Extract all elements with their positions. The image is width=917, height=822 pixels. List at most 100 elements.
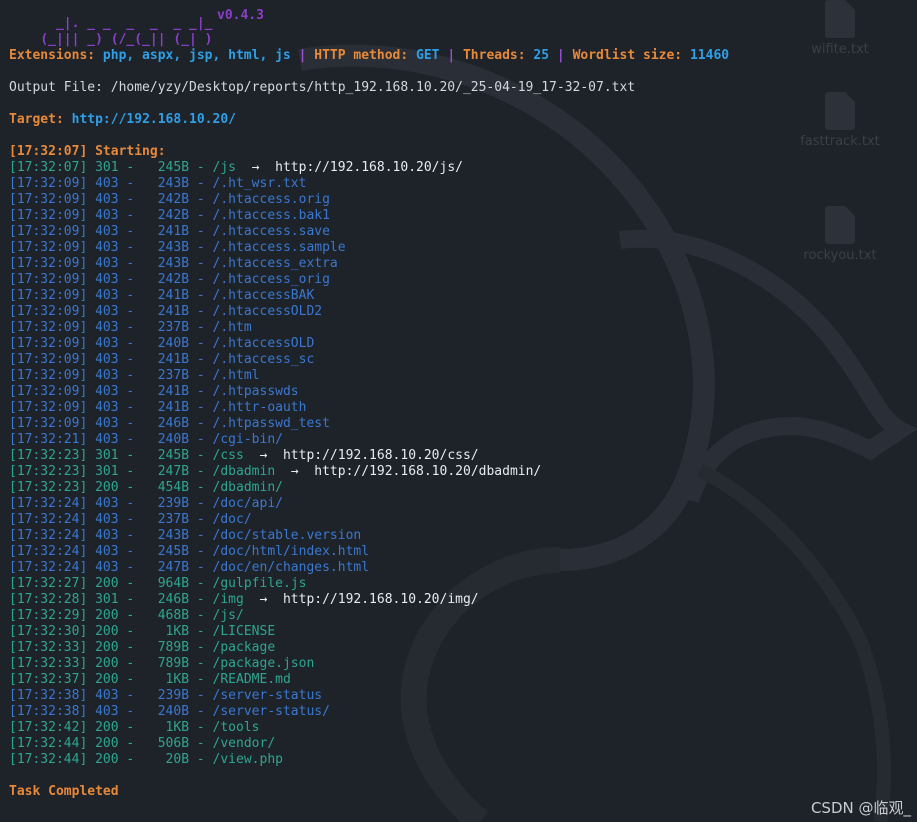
result-time: [17:32:28] — [9, 592, 88, 607]
result-row: [17:32:24] 403 - 239B - /doc/api/ — [9, 496, 283, 511]
result-status: 403 — [95, 560, 119, 575]
result-time: [17:32:09] — [9, 304, 88, 319]
result-row: [17:32:33] 200 - 789B - /package.json — [9, 656, 315, 671]
result-path: /css — [212, 448, 244, 463]
result-time: [17:32:30] — [9, 624, 88, 639]
result-status: 200 — [95, 480, 119, 495]
target-url: http://192.168.10.20/ — [71, 112, 236, 127]
result-path: /dbadmin — [212, 464, 276, 479]
result-row: [17:32:24] 403 - 247B - /doc/en/changes.… — [9, 560, 370, 575]
result-size: 243B — [142, 256, 190, 271]
terminal-output[interactable]: _|. _ _ _ _ _ _|_ v0.4.3 (_||| _) (/_(_|… — [9, 0, 729, 800]
result-path: /.httr-oauth — [212, 400, 307, 415]
result-row: [17:32:09] 403 - 242B - /.htaccess.orig — [9, 192, 330, 207]
result-path: /.htaccessOLD — [212, 336, 315, 351]
redirect-arrow-icon: → — [259, 592, 268, 607]
result-size: 240B — [142, 336, 190, 351]
result-path: /js — [212, 160, 237, 175]
result-path: /.htaccess.save — [212, 224, 330, 239]
result-status: 200 — [95, 640, 119, 655]
separator: | — [298, 48, 307, 63]
result-status: 301 — [95, 160, 119, 175]
result-status: 301 — [95, 592, 119, 607]
result-row: [17:32:23] 301 - 247B - /dbadmin → http:… — [9, 464, 542, 479]
result-row: [17:32:38] 403 - 239B - /server-status — [9, 688, 323, 703]
banner-line-1: _|. _ _ _ _ _ _|_ v0.4.3 — [9, 0, 729, 31]
result-size: 243B — [142, 176, 190, 191]
result-status: 200 — [95, 672, 119, 687]
result-path: /js/ — [212, 608, 244, 623]
result-path: /LICENSE — [212, 624, 276, 639]
result-size: 237B — [142, 512, 190, 527]
desktop-file-wifite[interactable]: wifite.txt — [790, 0, 890, 57]
result-row: [17:32:29] 200 - 468B - /js/ — [9, 608, 244, 623]
desktop-file-rockyou[interactable]: rockyou.txt — [790, 206, 890, 263]
result-size: 240B — [142, 704, 190, 719]
result-status: 403 — [95, 336, 119, 351]
result-time: [17:32:09] — [9, 416, 88, 431]
result-path: /.htaccessBAK — [212, 288, 315, 303]
result-status: 403 — [95, 496, 119, 511]
result-path: /.htpasswd_test — [212, 416, 330, 431]
result-time: [17:32:24] — [9, 528, 88, 543]
result-status: 301 — [95, 464, 119, 479]
result-time: [17:32:27] — [9, 576, 88, 591]
result-path: /.htaccess.sample — [212, 240, 346, 255]
result-time: [17:32:33] — [9, 656, 88, 671]
result-size: 1KB — [142, 672, 190, 687]
desktop-file-label: fasttrack.txt — [800, 134, 880, 149]
target-line: Target: http://192.168.10.20/ — [9, 112, 729, 128]
result-time: [17:32:09] — [9, 272, 88, 287]
result-redirect-url: http://192.168.10.20/js/ — [275, 160, 463, 175]
result-path: /doc/html/index.html — [212, 544, 370, 559]
extensions-value: php, aspx, jsp, html, js — [102, 48, 291, 63]
result-row: [17:32:07] 301 - 245B - /js → http://192… — [9, 160, 463, 175]
result-size: 964B — [142, 576, 190, 591]
result-row: [17:32:09] 403 - 242B - /.htaccess_orig — [9, 272, 330, 287]
result-size: 468B — [142, 608, 190, 623]
result-row: [17:32:28] 301 - 246B - /img → http://19… — [9, 592, 479, 607]
result-time: [17:32:24] — [9, 512, 88, 527]
desktop-file-fasttrack[interactable]: fasttrack.txt — [790, 92, 890, 149]
result-time: [17:32:42] — [9, 720, 88, 735]
result-redirect-url: http://192.168.10.20/css/ — [282, 448, 479, 463]
result-size: 247B — [142, 560, 190, 575]
result-time: [17:32:23] — [9, 480, 88, 495]
result-time: [17:32:33] — [9, 640, 88, 655]
version-label: v0.4.3 — [217, 8, 264, 23]
result-time: [17:32:24] — [9, 544, 88, 559]
result-size: 1KB — [142, 624, 190, 639]
http-method-key: HTTP method: — [314, 48, 409, 63]
result-path: /doc/api/ — [212, 496, 283, 511]
result-time: [17:32:09] — [9, 336, 88, 351]
result-status: 403 — [95, 432, 119, 447]
result-row: [17:32:27] 200 - 964B - /gulpfile.js — [9, 576, 307, 591]
result-size: 243B — [142, 240, 190, 255]
result-size: 241B — [142, 384, 190, 399]
result-status: 403 — [95, 368, 119, 383]
result-status: 403 — [95, 304, 119, 319]
redirect-arrow-icon: → — [259, 448, 268, 463]
result-redirect-url: http://192.168.10.20/img/ — [282, 592, 479, 607]
result-size: 246B — [142, 592, 190, 607]
result-row: [17:32:09] 403 - 237B - /.htm — [9, 320, 252, 335]
result-size: 241B — [142, 288, 190, 303]
result-size: 239B — [142, 496, 190, 511]
results-list: [17:32:07] 301 - 245B - /js → http://192… — [9, 160, 729, 768]
result-time: [17:32:09] — [9, 320, 88, 335]
result-path: /view.php — [212, 752, 283, 767]
result-size: 241B — [142, 304, 190, 319]
result-time: [17:32:44] — [9, 736, 88, 751]
result-size: 245B — [142, 160, 190, 175]
result-time: [17:32:09] — [9, 192, 88, 207]
result-path: /.htaccess_extra — [212, 256, 338, 271]
result-path: /tools — [212, 720, 260, 735]
result-time: [17:32:37] — [9, 672, 88, 687]
result-status: 403 — [95, 256, 119, 271]
result-row: [17:32:23] 301 - 245B - /css → http://19… — [9, 448, 479, 463]
result-path: /doc/ — [212, 512, 252, 527]
result-path: /.ht_wsr.txt — [212, 176, 307, 191]
result-status: 200 — [95, 608, 119, 623]
